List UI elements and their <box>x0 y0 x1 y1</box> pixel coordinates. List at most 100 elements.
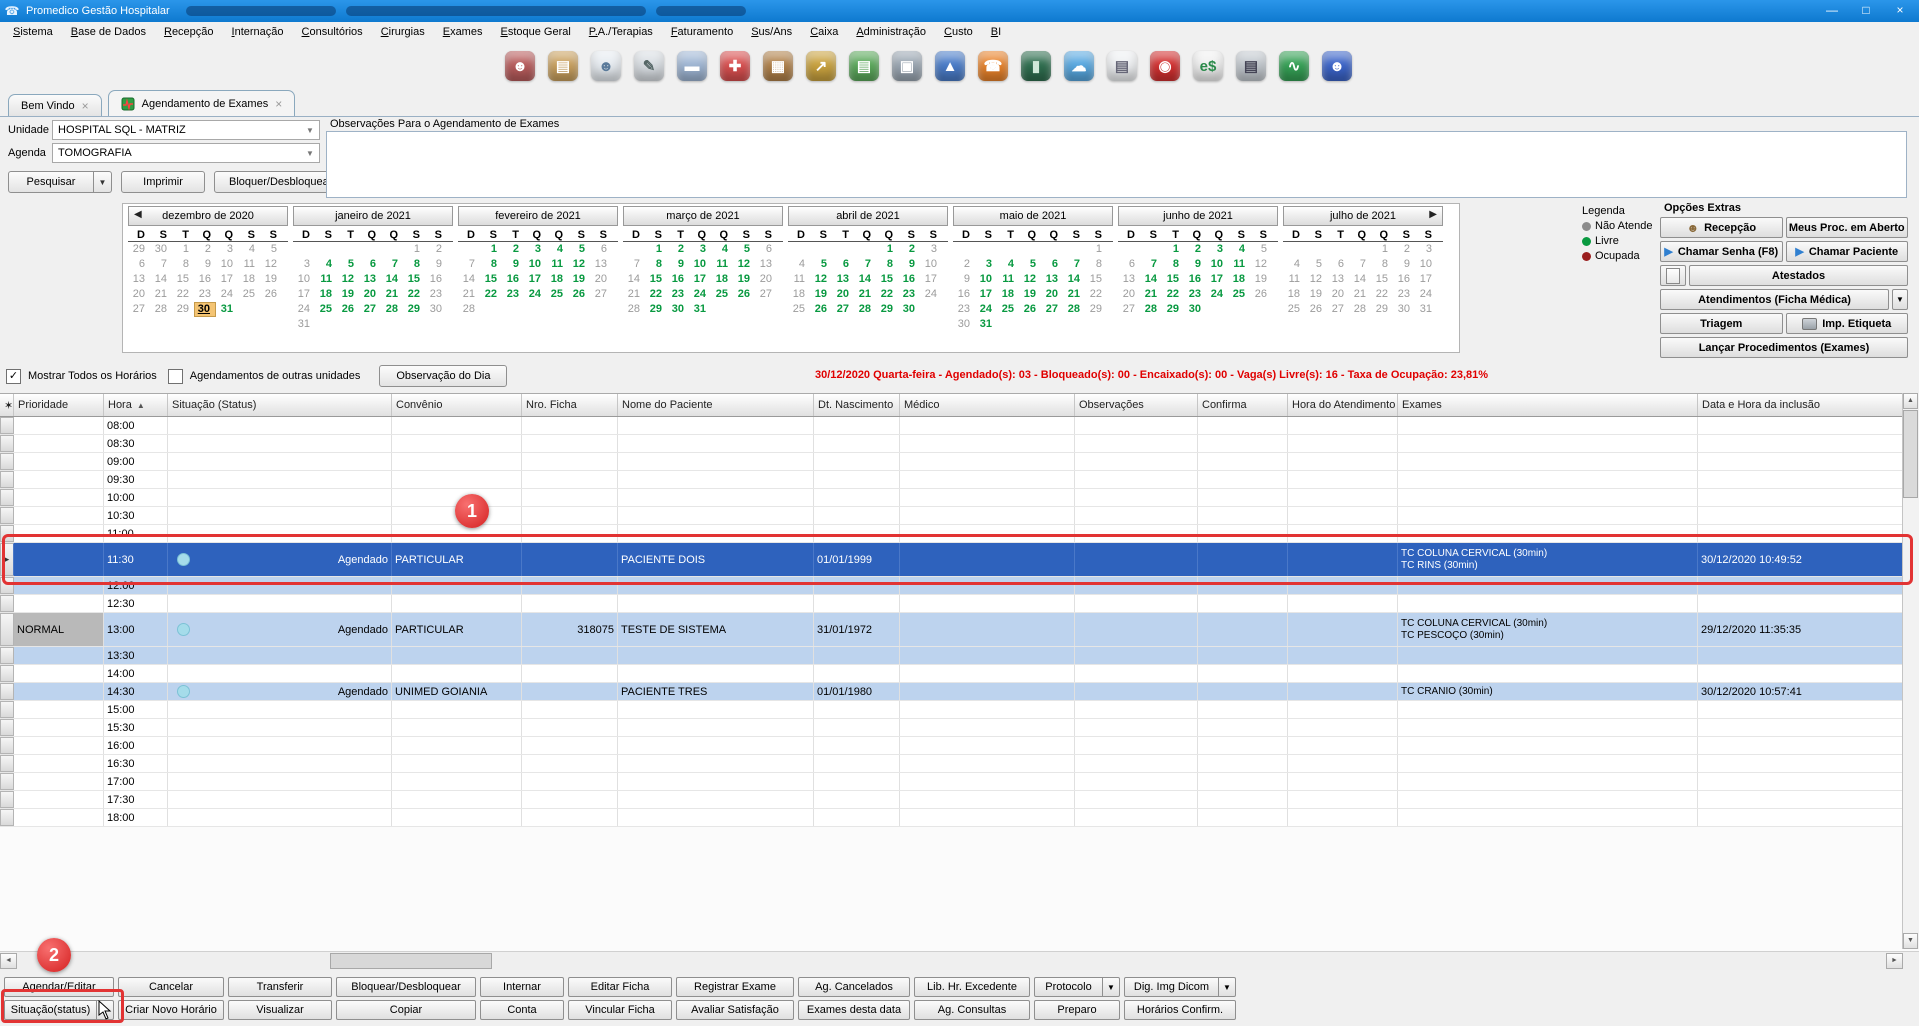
calendar-day[interactable]: 26 <box>1305 302 1327 317</box>
calendar-day[interactable]: 5 <box>260 242 282 257</box>
calendar-day[interactable]: 9 <box>667 257 689 272</box>
ledger-icon[interactable]: ▮ <box>1021 51 1051 81</box>
document-pen-icon[interactable]: ✎ <box>634 51 664 81</box>
calendar-day[interactable]: 30 <box>898 302 920 317</box>
calendar-day[interactable]: 2 <box>502 242 524 257</box>
pesquisar-button[interactable]: Pesquisar <box>8 171 94 193</box>
calendar-day[interactable]: 6 <box>359 257 381 272</box>
registrar-exame-button[interactable]: Registrar Exame <box>676 977 794 997</box>
option-button-atendimentos-ficha-m-dica-[interactable]: Atendimentos (Ficha Médica) <box>1660 289 1889 310</box>
calendar-day[interactable]: 4 <box>711 242 733 257</box>
calendar-day[interactable]: 14 <box>854 272 876 287</box>
calendar-day[interactable]: 28 <box>381 302 403 317</box>
unidade-select[interactable]: HOSPITAL SQL - MATRIZ ▼ <box>52 120 320 140</box>
calendar-day[interactable]: 13 <box>128 272 150 287</box>
calendar-day[interactable]: 18 <box>238 272 260 287</box>
vitals-chart-icon[interactable]: ∿ <box>1279 51 1309 81</box>
calendar-day[interactable]: 6 <box>1118 257 1140 272</box>
calendar-day[interactable]: 26 <box>260 287 282 302</box>
calendar-day[interactable]: 6 <box>590 242 612 257</box>
calendar-day[interactable]: 27 <box>832 302 854 317</box>
chevron-down-icon[interactable]: ▼ <box>97 1000 114 1020</box>
calendar-day[interactable]: 26 <box>568 287 590 302</box>
calendar-day[interactable]: 8 <box>1371 257 1393 272</box>
calendar-day[interactable]: 13 <box>755 257 777 272</box>
contacts-icon[interactable]: ☻ <box>505 51 535 81</box>
schedule-row-1600[interactable]: 16:00 <box>0 737 1903 755</box>
calendar-day[interactable]: 24 <box>689 287 711 302</box>
situa-o-status--button[interactable]: Situação(status) <box>4 1000 97 1020</box>
calendar-day[interactable]: 7 <box>458 257 480 272</box>
vincular-ficha-button[interactable]: Vincular Ficha <box>568 1000 672 1020</box>
calendar-day[interactable]: 13 <box>590 257 612 272</box>
calendar-day[interactable]: 18 <box>788 287 810 302</box>
schedule-row-1100[interactable]: 11:00 <box>0 525 1903 543</box>
calendar-day[interactable]: 12 <box>733 257 755 272</box>
calendar-day[interactable]: 16 <box>194 272 216 287</box>
calendar-day[interactable]: 2 <box>194 242 216 257</box>
calendar-day[interactable]: 6 <box>128 257 150 272</box>
calendar-day[interactable]: 1 <box>645 242 667 257</box>
horizontal-scroll-thumb[interactable] <box>330 953 492 969</box>
imprimir-button[interactable]: Imprimir <box>121 171 205 193</box>
money-up-icon[interactable]: ↗ <box>806 51 836 81</box>
calendar-day[interactable]: 19 <box>1250 272 1272 287</box>
bloquear-desbloquear-button[interactable]: Bloquear/Desbloquear <box>336 977 476 997</box>
calendar-day[interactable]: 16 <box>1184 272 1206 287</box>
calendar-day[interactable]: 24 <box>1415 287 1437 302</box>
avaliar-satisfa-o-button[interactable]: Avaliar Satisfação <box>676 1000 794 1020</box>
calendar-day[interactable]: 11 <box>238 257 260 272</box>
close-button[interactable]: × <box>1885 2 1915 20</box>
column-header-m-dico[interactable]: Médico <box>900 394 1075 416</box>
calendar-day[interactable]: 12 <box>568 257 590 272</box>
calendar-day[interactable]: 18 <box>711 272 733 287</box>
calendar-day[interactable]: 21 <box>1063 287 1085 302</box>
calendar-day[interactable]: 24 <box>1206 287 1228 302</box>
calendar-day[interactable]: 20 <box>1327 287 1349 302</box>
close-icon[interactable]: × <box>82 99 89 113</box>
observacao-do-dia-button[interactable]: Observação do Dia <box>379 365 507 387</box>
ag-cancelados-button[interactable]: Ag. Cancelados <box>798 977 910 997</box>
option-button-imp-etiqueta[interactable]: Imp. Etiqueta <box>1786 313 1909 334</box>
schedule-row-0900[interactable]: 09:00 <box>0 453 1903 471</box>
calendar-day[interactable]: 19 <box>733 272 755 287</box>
calendar-day[interactable]: 12 <box>1019 272 1041 287</box>
menu-item-sistema[interactable]: Sistema <box>4 24 62 40</box>
calendar-day[interactable]: 11 <box>1283 272 1305 287</box>
column-header-hora[interactable]: Hora▲ <box>104 394 168 416</box>
calendar-day[interactable]: 26 <box>337 302 359 317</box>
chevron-down-icon[interactable]: ▼ <box>1103 977 1120 997</box>
calendar-day[interactable]: 27 <box>590 287 612 302</box>
calendar-day[interactable]: 8 <box>403 257 425 272</box>
calendar-day[interactable]: 3 <box>975 257 997 272</box>
calendar-day[interactable]: 19 <box>337 287 359 302</box>
calendar-day[interactable]: 2 <box>425 242 447 257</box>
calendar-day[interactable]: 4 <box>546 242 568 257</box>
calendar-day[interactable]: 3 <box>216 242 238 257</box>
schedule-row-1430[interactable]: 14:30AgendadoUNIMED GOIANIAPACIENTE TRES… <box>0 683 1903 701</box>
calendar-day[interactable]: 23 <box>1184 287 1206 302</box>
ag-consultas-button[interactable]: Ag. Consultas <box>914 1000 1030 1020</box>
calendar-day[interactable]: 15 <box>1371 272 1393 287</box>
calendar-next-icon[interactable]: ▶ <box>1429 209 1437 220</box>
calendar-day[interactable]: 25 <box>997 302 1019 317</box>
calendar-day[interactable]: 22 <box>1085 287 1107 302</box>
maximize-button[interactable]: □ <box>1851 2 1881 20</box>
calendar-day[interactable]: 12 <box>1305 272 1327 287</box>
calendar-day[interactable]: 29 <box>1371 302 1393 317</box>
calendar-day[interactable]: 19 <box>1305 287 1327 302</box>
calendar-day[interactable]: 11 <box>546 257 568 272</box>
calendar-day[interactable]: 4 <box>315 257 337 272</box>
calendar-day[interactable]: 29 <box>403 302 425 317</box>
calendar-day[interactable]: 14 <box>623 272 645 287</box>
calendar-day[interactable]: 3 <box>689 242 711 257</box>
calendar-day[interactable]: 10 <box>1415 257 1437 272</box>
option-button-meus-proc-em-aberto[interactable]: Meus Proc. em Aberto <box>1786 217 1909 238</box>
calendar-day[interactable]: 22 <box>645 287 667 302</box>
calendar-day[interactable]: 19 <box>810 287 832 302</box>
calendar-day[interactable]: 28 <box>1063 302 1085 317</box>
copiar-button[interactable]: Copiar <box>336 1000 476 1020</box>
calendar-day[interactable]: 30 <box>667 302 689 317</box>
calendar-day[interactable]: 8 <box>172 257 194 272</box>
calendar-day[interactable]: 10 <box>689 257 711 272</box>
